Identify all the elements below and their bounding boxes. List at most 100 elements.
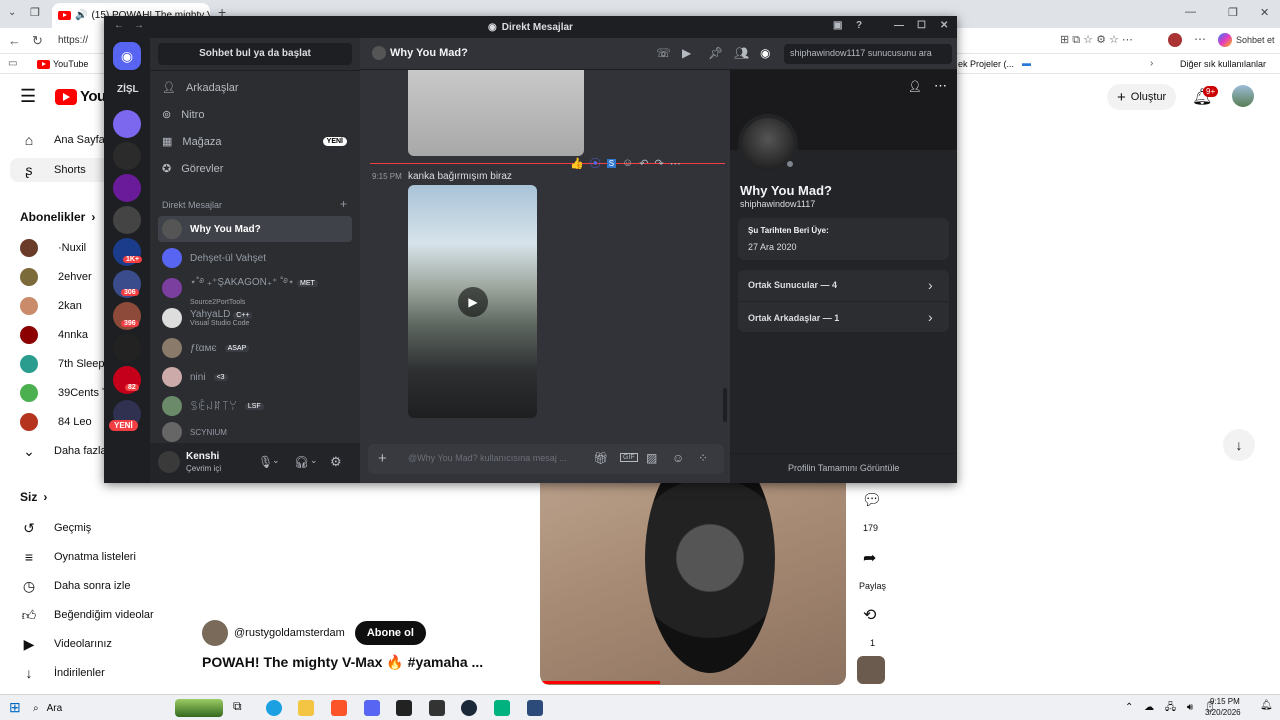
server-icon[interactable] — [113, 174, 141, 202]
restore-icon[interactable]: ❐ — [1228, 6, 1238, 19]
scroll-down-button[interactable]: ↓ — [1223, 429, 1255, 461]
sidebar-item-shorts[interactable]: ʂ Shorts — [10, 158, 110, 182]
attachment-image[interactable] — [408, 70, 584, 156]
bookmark-projects[interactable]: ek Projeler (... — [958, 59, 1014, 69]
sticker-icon[interactable]: ▨ — [646, 451, 657, 465]
channel-handle[interactable]: @rustygoldamsterdam — [234, 627, 345, 639]
microphone-icon[interactable]: 🎙︎ — [258, 455, 273, 469]
app-icon[interactable] — [527, 700, 543, 716]
sidebar-item-watch-later[interactable]: ◷ Daha sonra izle — [20, 577, 131, 595]
headphones-icon[interactable]: 🎧︎ — [294, 455, 309, 469]
emoji-icon[interactable]: ☺ — [672, 451, 684, 465]
server-icon[interactable] — [113, 206, 141, 234]
reaction-icon[interactable]: ⦿ — [590, 155, 601, 171]
dm-search-input[interactable]: Sohbet bul ya da başlat — [158, 43, 352, 65]
chevron-right-icon[interactable]: › — [1150, 58, 1153, 69]
copilot-icon[interactable] — [1218, 33, 1232, 47]
nav-shop[interactable]: ▦ Mağaza YENİ — [162, 135, 347, 148]
clock-time[interactable]: 9:15 PM — [1210, 697, 1240, 706]
mutual-friends-label[interactable]: Ortak Arkadaşlar — 1 — [748, 313, 839, 323]
gif-icon[interactable]: GIF — [620, 453, 638, 462]
sidebar-item-playlists[interactable]: ≡ Oynatma listeleri — [20, 548, 136, 566]
app-icon[interactable] — [494, 700, 510, 716]
user-name[interactable]: Kenshi — [186, 451, 219, 462]
video-progress[interactable] — [540, 681, 660, 684]
server-icon[interactable] — [113, 334, 141, 362]
subscribe-button[interactable]: Abone ol — [354, 621, 426, 645]
share-icon[interactable]: ➦ — [863, 548, 876, 568]
play-icon[interactable]: ▶ — [458, 287, 488, 317]
dm-item[interactable]: ⋆˚࿔ ₊⁺ŞAKAGON₊⁺ ˚࿔⋆ MET Source2PortTools — [158, 274, 352, 306]
back-icon[interactable]: ← — [8, 33, 21, 48]
you-header[interactable]: Siz › — [20, 490, 47, 504]
sub-item[interactable]: ·Nuxil — [20, 239, 86, 257]
account-avatar[interactable] — [1232, 85, 1254, 107]
add-reaction-icon[interactable]: ☺ — [622, 157, 633, 169]
reload-icon[interactable]: ↻ — [32, 33, 43, 49]
sound-avatar[interactable] — [857, 656, 885, 684]
app-icon[interactable] — [396, 700, 412, 716]
short-video-player[interactable] — [540, 483, 846, 685]
reading-icon[interactable]: ▭ — [8, 58, 17, 69]
sub-item[interactable]: 7th Sleepe — [20, 355, 111, 373]
video-attachment[interactable]: ▶ — [408, 185, 537, 418]
chevron-down-icon[interactable]: ⌄ — [310, 455, 318, 466]
dm-item[interactable]: YahyaLD C++ Visual Studio Code — [158, 304, 352, 332]
inbox-icon[interactable]: ▣ — [833, 20, 842, 31]
close-icon[interactable]: ✕ — [1260, 6, 1269, 19]
gift-icon[interactable]: 🎁︎ — [593, 451, 608, 465]
forward-icon[interactable]: ↷ — [655, 157, 664, 170]
message-input[interactable]: @Why You Mad? kullanıcısına mesaj ... — [408, 453, 567, 463]
brave-icon[interactable] — [331, 700, 347, 716]
dm-item[interactable]: nini <3 — [158, 364, 352, 390]
chat-button[interactable]: Sohbet et — [1236, 35, 1275, 45]
apps-icon[interactable]: ⁘ — [698, 451, 708, 465]
server-icon[interactable] — [113, 142, 141, 170]
file-explorer-icon[interactable] — [298, 700, 314, 716]
minimize-icon[interactable]: — — [1185, 6, 1196, 18]
comments-button[interactable]: 💬︎ — [860, 490, 884, 510]
discord-home-button[interactable]: ◉ — [113, 42, 141, 70]
server-search-input[interactable]: shiphawindow1117 sunucusunu ara — [784, 44, 952, 64]
close-icon[interactable]: ✕ — [940, 20, 948, 31]
sidebar-item-downloads[interactable]: ↓ İndirilenler — [20, 664, 105, 682]
profile-avatar[interactable] — [1168, 33, 1182, 47]
reply-icon[interactable]: ↶ — [639, 157, 648, 170]
dm-item[interactable]: SCYNIUM — [158, 422, 352, 442]
scrollbar[interactable] — [723, 388, 727, 422]
maximize-icon[interactable]: ☐ — [917, 20, 926, 31]
extensions-icon[interactable]: ⊞ ⧉ ☆ ⚙ ☆ ⋯ — [1060, 33, 1133, 47]
sub-item[interactable]: 39Cents T — [20, 384, 109, 402]
sidebar-item-your-videos[interactable]: ▶ Videolarınız — [20, 635, 112, 653]
forward-icon[interactable]: → — [134, 20, 144, 31]
mutual-servers-button[interactable]: Ortak Sunucular — 4 › Ortak Arkadaşlar —… — [738, 270, 949, 332]
channel-avatar[interactable] — [202, 620, 228, 646]
show-more-button[interactable]: ⌄ Daha fazla — [20, 442, 106, 460]
discord-taskbar-icon[interactable] — [364, 700, 380, 716]
sidebar-item-liked[interactable]: 👍︎ Beğendiğim videolar — [20, 606, 154, 624]
dm-item[interactable]: Dehşet-ül Vahşet — [158, 245, 352, 271]
nav-quests[interactable]: ✪ Görevler — [162, 162, 223, 176]
thumbs-up-icon[interactable]: 👍 — [570, 157, 584, 170]
create-button[interactable]: + Oluştur — [1107, 84, 1177, 110]
help-icon[interactable]: ? — [856, 20, 862, 31]
settings-icon[interactable]: ⚙ — [330, 454, 342, 470]
dm-item[interactable]: ꌚꍟꈤꍏ꓄ꌩ LSF — [158, 393, 352, 419]
sidebar-item-home[interactable]: ⌂ Ana Sayfa — [20, 131, 105, 149]
clock-date[interactable]: 3/20/2026 — [1205, 708, 1241, 717]
edge-icon[interactable] — [266, 700, 282, 716]
chevron-down-icon[interactable]: ⌄ — [272, 455, 280, 466]
bookmark-other[interactable]: Diğer sık kullanılanlar — [1180, 59, 1266, 69]
menu-icon[interactable]: ⋯ — [1194, 32, 1206, 46]
task-view-icon[interactable]: ⧉ — [233, 699, 242, 714]
dm-item[interactable]: Why You Mad? — [158, 216, 352, 242]
windows-start-icon[interactable]: ⊞ — [9, 699, 21, 716]
pin-icon[interactable]: 📌︎ — [708, 46, 723, 60]
user-avatar[interactable] — [158, 451, 180, 473]
nav-nitro[interactable]: ⊚ Nitro — [162, 108, 204, 122]
tab-menu-icon[interactable]: ⌄ — [8, 7, 16, 18]
attach-icon[interactable]: + — [378, 450, 387, 467]
add-friends-icon[interactable]: 👥︎ — [734, 46, 749, 60]
taskbar-search[interactable]: ⌕ Ara — [33, 698, 223, 718]
epic-games-icon[interactable] — [429, 700, 445, 716]
